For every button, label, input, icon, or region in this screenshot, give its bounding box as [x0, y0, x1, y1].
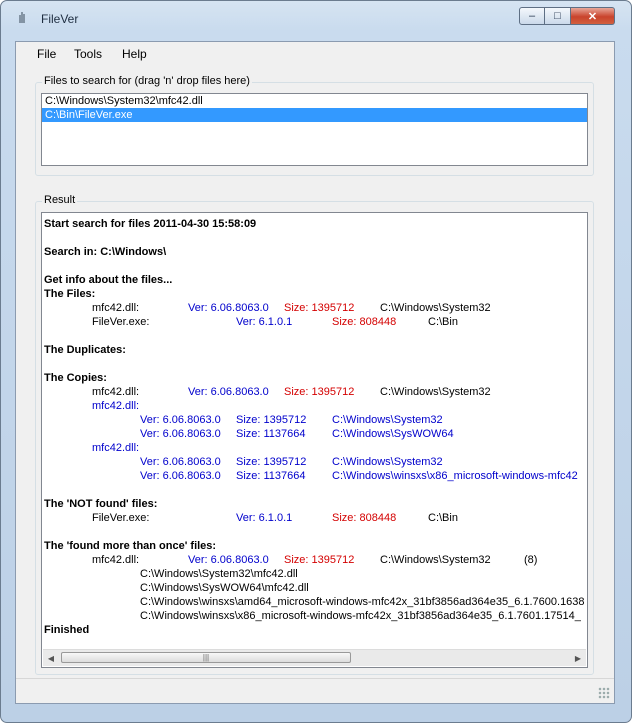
result-line: Get info about the files... [44, 274, 173, 286]
file-version: Ver: 6.06.8063.0 [140, 414, 221, 426]
file-version: Ver: 6.06.8063.0 [140, 456, 221, 468]
file-path: C:\Windows\System32 [332, 414, 443, 426]
file-version: Ver: 6.06.8063.0 [188, 554, 269, 566]
file-name: mfc42.dll: [92, 442, 140, 454]
file-version: Ver: 6.1.0.1 [236, 316, 293, 328]
file-list-item[interactable]: C:\Windows\System32\mfc42.dll [42, 94, 587, 108]
minimize-button[interactable]: – [519, 7, 545, 25]
window-title: FileVer [41, 12, 79, 26]
file-path: C:\Windows\System32 [380, 386, 491, 398]
file-path: C:\Windows\winsxs\x86_microsoft-windows-… [332, 470, 578, 482]
file-size: Size: 1137664 [236, 428, 306, 440]
close-icon: ✕ [587, 10, 598, 23]
file-size: Size: 1395712 [284, 386, 355, 398]
file-name: mfc42.dll: [92, 400, 140, 412]
result-textbox[interactable]: Start search for files 2011-04-30 15:58:… [41, 212, 588, 668]
result-line: The Copies: [44, 372, 107, 384]
caption-buttons: – □ ✕ [519, 7, 615, 27]
filever-window: FileVer – □ ✕ File Tools Help Files to s… [0, 0, 632, 723]
file-path: C:\Windows\System32 [380, 302, 491, 314]
file-size: Size: 1395712 [284, 302, 355, 314]
occurrence-count: (8) [524, 554, 538, 566]
file-size: Size: 1395712 [236, 456, 307, 468]
menu-file[interactable]: File [37, 47, 56, 61]
result-line: The 'NOT found' files: [44, 498, 158, 510]
result-line: Search in: C:\Windows\ [44, 246, 167, 258]
result-line: The Duplicates: [44, 344, 126, 356]
file-name: mfc42.dll: [92, 302, 140, 314]
menu-tools[interactable]: Tools [74, 47, 102, 61]
file-path: C:\Bin [428, 316, 458, 328]
file-size: Size: 1395712 [284, 554, 355, 566]
file-path: C:\Windows\winsxs\amd64_microsoft-window… [140, 596, 585, 608]
file-version: Ver: 6.06.8063.0 [140, 428, 221, 440]
result-line: The Files: [44, 288, 96, 300]
file-size: Size: 1137664 [236, 470, 306, 482]
files-listbox[interactable]: C:\Windows\System32\mfc42.dll C:\Bin\Fil… [41, 93, 588, 166]
client-area: File Tools Help Files to search for (dra… [15, 41, 615, 704]
files-group-label: Files to search for (drag 'n' drop files… [42, 75, 252, 87]
file-path: C:\Windows\SysWOW64\mfc42.dll [140, 582, 309, 594]
file-version: Ver: 6.06.8063.0 [140, 470, 221, 482]
file-version: Ver: 6.06.8063.0 [188, 302, 269, 314]
file-name: FileVer.exe: [92, 512, 150, 524]
status-bar [16, 678, 614, 703]
file-path: C:\Windows\System32\mfc42.dll [140, 568, 298, 580]
scroll-right-icon[interactable]: ▶ [570, 650, 586, 666]
title-bar[interactable]: FileVer – □ ✕ [1, 1, 631, 35]
file-path: C:\Windows\winsxs\x86_microsoft-windows-… [140, 610, 581, 622]
size-grip-icon[interactable] [598, 687, 610, 699]
file-path: C:\Windows\System32 [380, 554, 491, 566]
result-line: Start search for files 2011-04-30 15:58:… [44, 218, 257, 230]
file-path: C:\Windows\SysWOW64 [332, 428, 454, 440]
file-list-item-selected[interactable]: C:\Bin\FileVer.exe [42, 108, 587, 122]
close-button[interactable]: ✕ [571, 7, 615, 25]
file-version: Ver: 6.1.0.1 [236, 512, 293, 524]
file-name: mfc42.dll: [92, 554, 140, 566]
maximize-button[interactable]: □ [545, 7, 571, 25]
result-line: The 'found more than once' files: [44, 540, 217, 552]
maximize-icon: □ [554, 10, 561, 22]
menu-help[interactable]: Help [122, 47, 147, 61]
file-path: C:\Bin [428, 512, 458, 524]
scroll-thumb[interactable]: ||| [61, 652, 351, 663]
minimize-icon: – [528, 10, 536, 22]
horizontal-scrollbar[interactable]: ◀ ||| ▶ [43, 649, 586, 666]
file-size: Size: 1395712 [236, 414, 307, 426]
file-size: Size: 808448 [332, 316, 397, 328]
file-path: C:\Windows\System32 [332, 456, 443, 468]
result-line: Finished [44, 624, 90, 636]
file-name: FileVer.exe: [92, 316, 150, 328]
app-icon [19, 12, 25, 23]
file-name: mfc42.dll: [92, 386, 140, 398]
menu-bar: File Tools Help [16, 42, 614, 66]
file-version: Ver: 6.06.8063.0 [188, 386, 269, 398]
scroll-left-icon[interactable]: ◀ [43, 650, 59, 666]
file-size: Size: 808448 [332, 512, 397, 524]
result-group-label: Result [42, 194, 78, 206]
